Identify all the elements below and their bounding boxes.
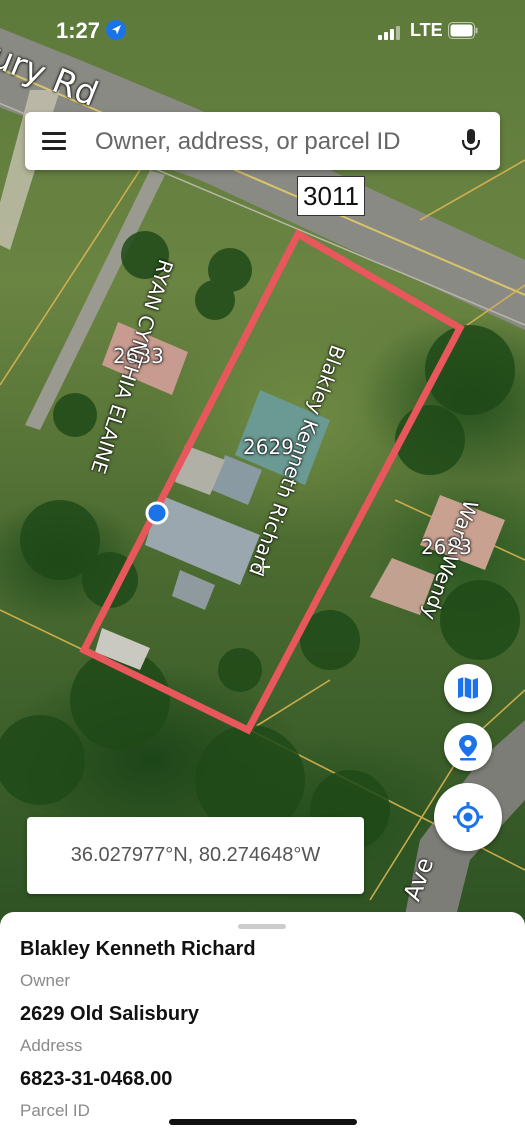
parcel-id-label: Parcel ID bbox=[20, 1101, 90, 1120]
drop-pin-button[interactable] bbox=[444, 723, 492, 771]
owner-value: Blakley Kenneth Richard bbox=[20, 938, 256, 960]
search-input[interactable] bbox=[93, 122, 447, 162]
layers-button[interactable] bbox=[444, 664, 492, 712]
battery-icon bbox=[448, 22, 478, 39]
microphone-icon[interactable] bbox=[459, 128, 483, 156]
status-bar: 1:27 LTE bbox=[0, 0, 525, 60]
map-icon bbox=[458, 677, 478, 699]
owner-label: Owner bbox=[20, 971, 71, 990]
location-arrow-icon bbox=[106, 20, 126, 40]
status-time: 1:27 bbox=[56, 18, 101, 43]
search-bar bbox=[25, 112, 500, 170]
home-indicator[interactable] bbox=[169, 1119, 357, 1125]
crosshair-icon bbox=[453, 802, 483, 832]
parcel-details-sheet[interactable]: Blakley Kenneth Richard Owner 2629 Old S… bbox=[0, 912, 525, 1135]
hamburger-menu-icon[interactable] bbox=[42, 132, 66, 150]
route-badge: 3011 bbox=[297, 176, 365, 216]
pin-icon bbox=[459, 735, 477, 761]
my-location-button[interactable] bbox=[434, 783, 502, 851]
coordinates-display[interactable]: 36.027977°N, 80.274648°W bbox=[27, 817, 364, 894]
signal-icon bbox=[378, 26, 400, 40]
address-value: 2629 Old Salisbury bbox=[20, 1003, 199, 1025]
sheet-drag-handle[interactable] bbox=[238, 924, 286, 929]
address-label: Address bbox=[20, 1036, 83, 1055]
network-label: LTE bbox=[410, 20, 443, 40]
parcel-id-value: 6823-31-0468.00 bbox=[20, 1068, 173, 1090]
